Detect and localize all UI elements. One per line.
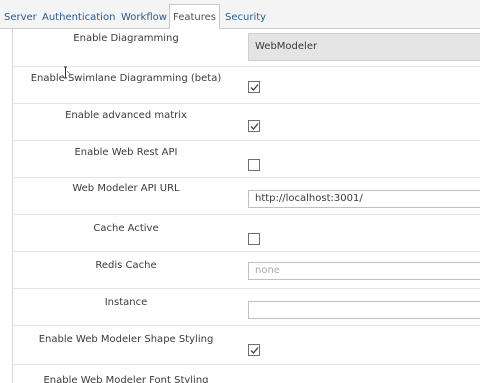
swimlane-diagramming-checkbox[interactable]	[248, 81, 260, 93]
setting-row-instance: Instance	[12, 289, 480, 326]
tab-bar: Server Authentication Workflow Features …	[0, 0, 480, 29]
settings-window: Server Authentication Workflow Features …	[0, 0, 480, 383]
features-panel: Enable Diagramming WebModeler Enable Swi…	[0, 28, 480, 383]
tab-workflow[interactable]: Workflow	[121, 8, 167, 28]
tab-server[interactable]: Server	[4, 8, 37, 28]
setting-label: Enable Web Rest API	[74, 147, 178, 158]
checkmark-icon	[250, 347, 259, 354]
web-rest-api-checkbox[interactable]	[248, 159, 260, 171]
setting-row-web-modeler-api-url: Web Modeler API URL http://localhost:300…	[12, 178, 480, 215]
setting-label: Redis Cache	[95, 260, 157, 271]
tab-features[interactable]: Features	[169, 4, 220, 29]
setting-label: Enable Diagramming	[73, 33, 179, 44]
cache-active-checkbox[interactable]	[248, 233, 260, 245]
setting-label: Enable Web Modeler Shape Styling	[38, 334, 214, 345]
setting-row-shape-styling: Enable Web Modeler Shape Styling	[12, 326, 480, 365]
setting-row-swimlane-diagramming: Enable Swimlane Diagramming (beta)	[12, 67, 480, 104]
checkmark-icon	[250, 84, 259, 91]
setting-label: Enable advanced matrix	[65, 110, 187, 121]
setting-row-font-styling: Enable Web Modeler Font Styling	[12, 365, 480, 383]
setting-label: Enable Swimlane Diagramming (beta)	[30, 73, 222, 84]
text-cursor-icon	[64, 66, 72, 79]
tab-authentication[interactable]: Authentication	[42, 8, 115, 28]
redis-cache-placeholder: none	[255, 265, 280, 276]
web-modeler-api-url-input[interactable]: http://localhost:3001/	[248, 190, 480, 208]
setting-label: Instance	[104, 297, 148, 308]
redis-cache-input[interactable]: none	[248, 262, 480, 280]
setting-row-web-rest-api: Enable Web Rest API	[12, 141, 480, 178]
setting-row-enable-diagramming: Enable Diagramming WebModeler	[12, 29, 480, 67]
diagramming-select[interactable]: WebModeler	[248, 33, 480, 61]
setting-row-redis-cache: Redis Cache none	[12, 252, 480, 289]
tab-security[interactable]: Security	[225, 8, 266, 28]
instance-input[interactable]	[248, 301, 480, 319]
setting-label: Enable Web Modeler Font Styling	[43, 375, 209, 383]
checkmark-icon	[250, 123, 259, 130]
advanced-matrix-checkbox[interactable]	[248, 120, 260, 132]
setting-label: Web Modeler API URL	[72, 183, 180, 194]
setting-label: Cache Active	[93, 223, 159, 234]
setting-row-cache-active: Cache Active	[12, 215, 480, 252]
setting-row-advanced-matrix: Enable advanced matrix	[12, 104, 480, 141]
shape-styling-checkbox[interactable]	[248, 344, 260, 356]
